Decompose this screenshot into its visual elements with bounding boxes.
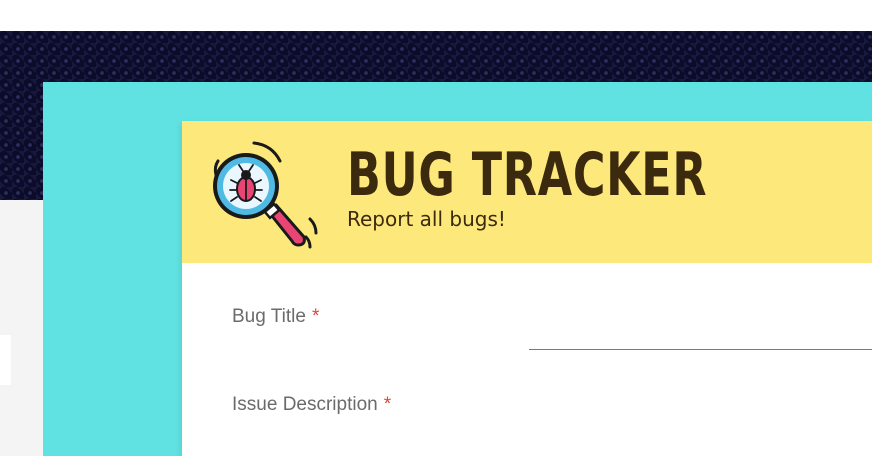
required-marker: * [311, 306, 320, 327]
top-strip [0, 0, 872, 31]
issue-description-label-text: Issue Description [232, 394, 378, 415]
magnifier-bug-icon [213, 141, 318, 249]
form-header: BUG TRACKER Report all bugs! [182, 121, 872, 263]
issue-description-label: Issue Description * [232, 394, 391, 416]
bug-title-label-text: Bug Title [232, 306, 306, 327]
page-subtitle: Report all bugs! [347, 207, 506, 231]
bug-report-form: BUG TRACKER Report all bugs! Bug Title * … [182, 121, 872, 456]
bug-title-input[interactable] [529, 291, 872, 350]
left-side-panel [0, 200, 43, 456]
left-side-panel-card [0, 335, 11, 385]
page-title: BUG TRACKER [347, 140, 708, 210]
required-marker: * [383, 394, 392, 415]
bug-title-label: Bug Title * [232, 306, 319, 328]
